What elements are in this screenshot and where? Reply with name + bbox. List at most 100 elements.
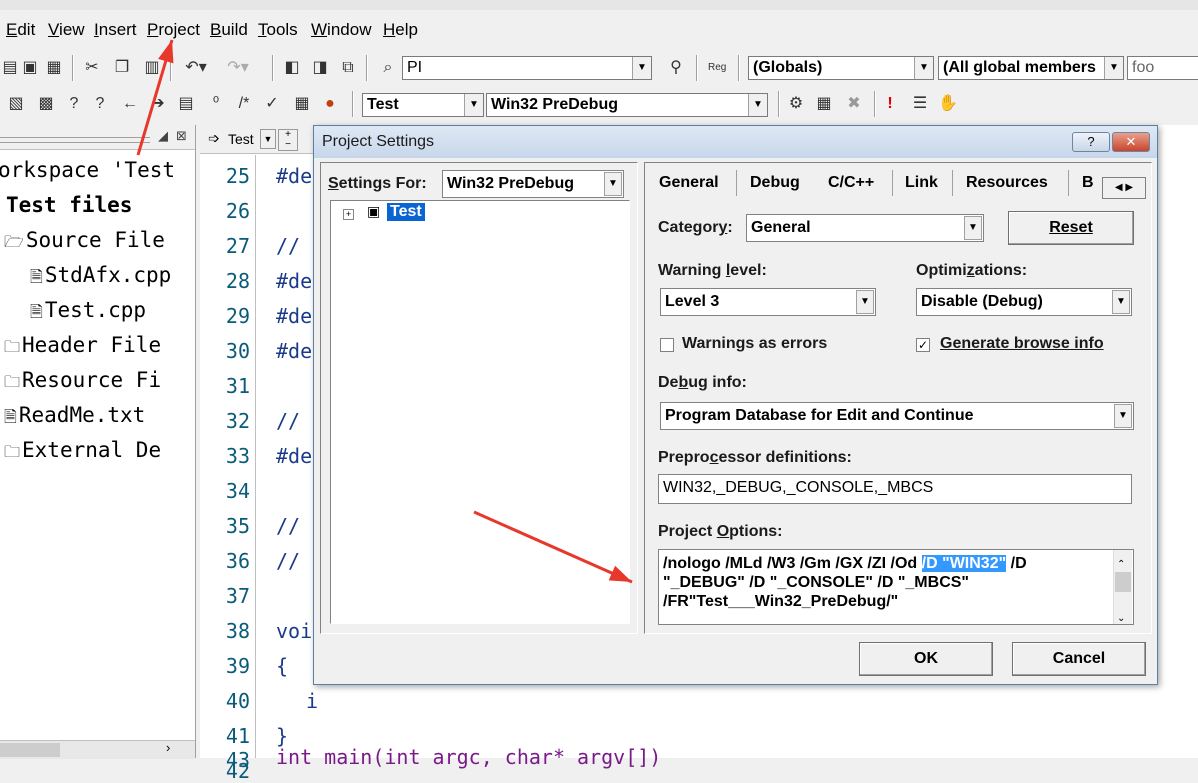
optimizations-select[interactable]: Disable (Debug) ▼ (916, 288, 1132, 316)
chevron-down-icon[interactable]: ▼ (260, 129, 276, 149)
shape-icon[interactable]: ● (320, 94, 340, 114)
dialog-titlebar[interactable]: Project Settings ? ✕ (314, 126, 1157, 158)
find-combo[interactable]: PI ▼ (402, 56, 652, 80)
scrollbar-thumb[interactable] (1115, 572, 1131, 592)
tree-item-test-cpp[interactable]: 🗎Test.cpp (30, 298, 146, 328)
chevron-down-icon[interactable]: ▼ (1104, 57, 1123, 79)
tab-debug[interactable]: Debug (750, 174, 800, 192)
code-line[interactable]: i (306, 689, 318, 713)
forward-icon[interactable]: ➔ (148, 94, 168, 114)
debug-info-select[interactable]: Program Database for Edit and Continue ▼ (660, 402, 1134, 430)
chevron-down-icon[interactable]: ▼ (964, 216, 982, 240)
find-in-files-icon[interactable]: ⌕ (378, 58, 398, 78)
tree-item-header-files[interactable]: 🗀Header File (4, 333, 161, 363)
class-combo[interactable]: (Globals) ▼ (748, 56, 934, 80)
workspace-title[interactable]: orkspace 'Test (0, 158, 175, 182)
copy-icon[interactable]: ❐ (112, 58, 132, 78)
generate-browse-info-checkbox[interactable]: ✓ (916, 338, 930, 352)
tab-resources[interactable]: Resources (966, 174, 1048, 192)
warnings-as-errors-checkbox[interactable] (660, 338, 674, 352)
chevron-right-icon[interactable]: › (166, 740, 170, 755)
cancel-button[interactable]: Cancel (1012, 642, 1146, 676)
bookmark-icon[interactable]: ▦ (292, 94, 312, 114)
code-line[interactable]: #de (276, 444, 312, 468)
editor-file-combo[interactable]: Test (228, 131, 254, 147)
chevron-down-icon[interactable]: ▼ (856, 290, 874, 314)
config-combo[interactable]: Win32 PreDebug ▼ (486, 93, 768, 117)
code-line[interactable]: { (276, 654, 288, 678)
chevron-down-icon[interactable]: ▼ (1112, 290, 1130, 314)
spell-icon[interactable]: ✓ (262, 94, 282, 114)
tree-item-stdafx[interactable]: 🗎StdAfx.cpp (30, 263, 171, 293)
tree-item-resource-files[interactable]: 🗀Resource Fi (4, 368, 161, 398)
compile-icon[interactable]: ⚙ (786, 94, 806, 114)
chevron-down-icon[interactable]: ▼ (464, 94, 483, 116)
build-icon[interactable]: ▦ (814, 94, 834, 114)
menu-edit[interactable]: Edit (6, 20, 35, 40)
code-line[interactable]: #de (276, 269, 312, 293)
workspace-icon[interactable]: ◧ (282, 58, 302, 78)
help-icon[interactable]: ? (64, 94, 84, 114)
warning-level-select[interactable]: Level 3 ▼ (660, 288, 876, 316)
horizontal-scrollbar[interactable]: › (0, 740, 195, 759)
project-options-textarea[interactable]: /nologo /MLd /W3 /Gm /GX /ZI /Od /D "WIN… (658, 549, 1134, 625)
chevron-down-icon[interactable]: ▼ (748, 94, 767, 116)
browse-icon[interactable]: ▤ (176, 94, 196, 114)
ok-button[interactable]: OK (859, 642, 993, 676)
undo-icon[interactable]: ↶▾ (180, 58, 212, 78)
stop-build-icon[interactable]: ✖ (844, 94, 864, 114)
paste-icon[interactable]: ▥ (142, 58, 162, 78)
new-file-icon[interactable]: ▤ (0, 58, 20, 78)
close-icon[interactable]: ⊠ (176, 128, 187, 144)
tab-link[interactable]: Link (905, 174, 938, 192)
dock-icon[interactable]: ◢ (158, 128, 168, 144)
code-line[interactable]: // (276, 514, 300, 538)
code-line-partial[interactable]: int main(int argc, char* argv[]) (276, 745, 661, 769)
wizard-icon[interactable]: ▧ (6, 94, 26, 114)
tree-item-source-files[interactable]: 🗁Source File (4, 228, 165, 258)
code-line[interactable]: #de (276, 304, 312, 328)
menu-build[interactable]: Build (210, 20, 248, 40)
tab-general[interactable]: General (659, 174, 719, 192)
save-all-icon[interactable]: ▦ (44, 58, 64, 78)
save-icon[interactable]: ▣ (20, 58, 40, 78)
project-tree[interactable]: + ▣ Test (330, 200, 630, 624)
output-icon[interactable]: ◨ (310, 58, 330, 78)
menu-insert[interactable]: Insert (94, 20, 137, 40)
insert-breakpoint-icon[interactable]: ☰ (910, 94, 930, 114)
chevron-down-icon[interactable]: ▼ (632, 57, 651, 79)
code-line[interactable]: // (276, 409, 300, 433)
function-combo[interactable]: foo (1127, 56, 1198, 80)
menu-tools[interactable]: Tools (258, 20, 298, 40)
tree-item-external-deps[interactable]: 🗀External De (4, 438, 161, 468)
tools-icon[interactable]: ▩ (36, 94, 56, 114)
tree-item-test-files[interactable]: Test files (6, 193, 132, 217)
preprocessor-input[interactable]: WIN32,_DEBUG,_CONSOLE,_MBCS (658, 474, 1132, 504)
gripper[interactable] (0, 137, 150, 143)
cut-icon[interactable]: ✂ (82, 58, 102, 78)
help-button[interactable]: ? (1072, 132, 1110, 152)
chevron-down-icon[interactable]: ▼ (914, 57, 933, 79)
members-combo[interactable]: (All global members ▼ (938, 56, 1124, 80)
menu-project[interactable]: Project (147, 20, 200, 40)
execute-icon[interactable]: ! (880, 94, 900, 114)
close-button[interactable]: ✕ (1112, 132, 1150, 152)
scrollbar-thumb[interactable] (0, 743, 60, 757)
comment-icon[interactable]: /* (234, 94, 254, 114)
chevron-down-icon[interactable]: ⌄ (1117, 606, 1125, 624)
back-icon[interactable]: ← (120, 94, 140, 114)
code-line[interactable]: // (276, 549, 300, 573)
registers-label[interactable]: Reg (708, 62, 726, 73)
menu-help[interactable]: Help (383, 20, 418, 40)
code-line[interactable]: #de (276, 164, 312, 188)
windows-icon[interactable]: ⧉ (338, 58, 358, 78)
expand-icon[interactable]: + (343, 209, 354, 220)
chevron-down-icon[interactable]: ▼ (604, 172, 622, 196)
code-line[interactable]: // (276, 234, 300, 258)
settings-for-select[interactable]: Win32 PreDebug ▼ (442, 170, 624, 198)
tree-item-readme[interactable]: 🗎ReadMe.txt (4, 403, 145, 433)
chevron-down-icon[interactable]: ▼ (1114, 404, 1132, 428)
project-combo[interactable]: Test ▼ (362, 93, 484, 117)
menu-view[interactable]: View (48, 20, 85, 40)
category-select[interactable]: General ▼ (746, 214, 984, 242)
